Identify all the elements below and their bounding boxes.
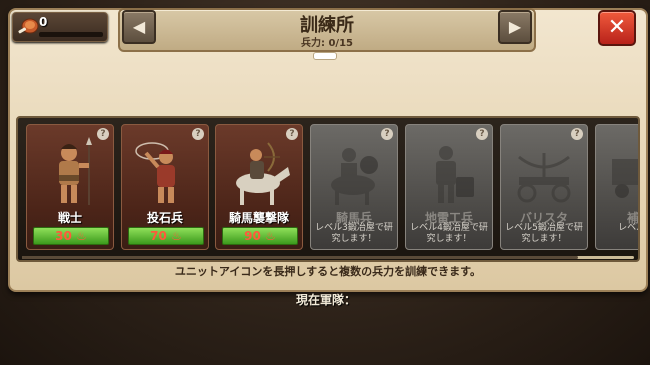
unit-requirement: レベル5鍛冶屋で研究します！: [505, 223, 583, 244]
page-indicator: [313, 52, 337, 60]
unit-card-warrior[interactable]: ? 戦士 30 ♨: [26, 124, 114, 250]
unit-card-horse-raider[interactable]: ? 騎馬襲撃隊 90 ♨: [215, 124, 303, 250]
unit-card-sapper[interactable]: ? 地雷工兵 レベル4鍛冶屋で研究します！: [405, 124, 493, 250]
meat-icon: ♨: [265, 229, 276, 243]
unit-scrollbar-thumb[interactable]: [22, 256, 578, 259]
training-hint: ユニットアイコンを長押しすると複数の兵力を訓練できます。: [174, 265, 482, 278]
warrior-figure: [59, 137, 92, 205]
cavalry-figure: [331, 148, 378, 205]
horse-raider-figure: [236, 142, 290, 205]
unit-card-slinger[interactable]: ? 投石兵 70 ♨: [121, 124, 209, 250]
current-army-label: 現在軍隊：: [295, 293, 356, 307]
ballista-figure: [517, 153, 571, 203]
slinger-figure: [135, 142, 175, 203]
unit-list: ? 戦士 30 ♨ ? 投石兵 70 ♨ ? 騎馬襲撃隊 90 ♨ ? 騎馬兵 …: [16, 116, 640, 262]
food-count: 0: [39, 15, 48, 29]
unit-requirement: レベル5鍛: [618, 223, 638, 233]
unit-cost: 90 ♨: [222, 227, 298, 245]
meat-icon: ♨: [76, 229, 87, 243]
food-resource: 0: [12, 12, 108, 42]
sapper-figure: [436, 146, 474, 203]
close-button[interactable]: ✕: [598, 10, 636, 46]
food-bar: [39, 32, 103, 37]
unit-card-ballista[interactable]: ? バリスタ レベル5鍛冶屋で研究します！: [500, 124, 588, 250]
unit-requirement: レベル3鍛冶屋で研究します！: [315, 223, 393, 244]
unit-cost: 70 ♨: [128, 227, 204, 245]
meat-icon: [18, 18, 39, 34]
unit-name: 騎馬襲撃隊: [228, 211, 289, 225]
unit-cost: 30 ♨: [33, 227, 109, 245]
unit-requirement: レベル4鍛冶屋で研究します！: [410, 223, 488, 244]
unit-name: 戦士: [57, 211, 82, 225]
unit-name: 投石兵: [146, 211, 183, 225]
troop-capacity: 兵力: 0/15: [300, 38, 353, 49]
unit-card-cavalry[interactable]: ? 騎馬兵 レベル3鍛冶屋で研究します！: [310, 124, 398, 250]
unit-card-supply[interactable]: ? 補給 レベル5鍛: [595, 124, 638, 250]
meat-icon: ♨: [171, 229, 182, 243]
supply-figure: [612, 159, 638, 198]
